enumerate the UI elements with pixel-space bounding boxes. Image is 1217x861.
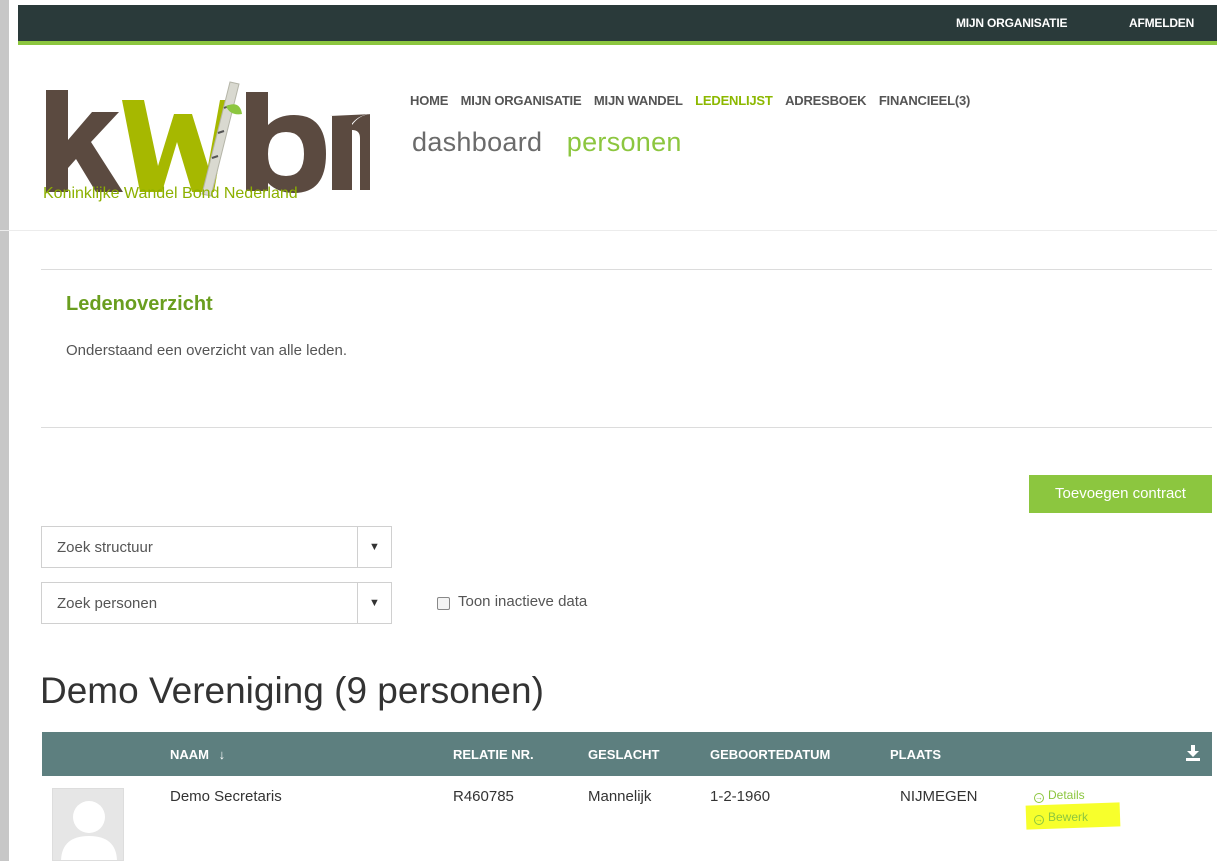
nav-mijn-wandel[interactable]: MIJN WANDEL [594, 93, 683, 108]
column-geboortedatum[interactable]: GEBOORTEDATUM [710, 747, 830, 762]
logo-tagline: Koninklijke Wandel Bond Nederland [43, 185, 298, 202]
person-search-select[interactable]: Zoek personen ▼ [41, 582, 392, 624]
details-link-label: Details [1048, 788, 1085, 802]
column-relatie-nr[interactable]: RELATIE NR. [453, 747, 534, 762]
column-naam-label: NAAM [170, 747, 209, 762]
column-naam[interactable]: NAAM ↓ [170, 747, 225, 762]
table-row: Demo Secretaris R460785 Mannelijk 1-2-19… [42, 776, 1212, 861]
sort-arrow-icon: ↓ [218, 747, 226, 762]
cell-geslacht: Mannelijk [588, 788, 652, 805]
nav-ledenlijst[interactable]: LEDENLIJST [690, 89, 783, 117]
topbar-afmelden-link[interactable]: AFMELDEN [1129, 16, 1194, 30]
section-divider-top [41, 269, 1212, 270]
left-window-edge [0, 0, 9, 861]
section-divider-bottom [41, 427, 1212, 428]
header-divider [0, 230, 1217, 231]
dropdown-caret-icon[interactable]: ▼ [357, 527, 391, 567]
group-title: Demo Vereniging (9 personen) [40, 670, 544, 711]
details-link[interactable]: → Details [1034, 788, 1085, 803]
subnav-personen-label: personen [566, 127, 682, 157]
topbar-accent-line [18, 41, 1217, 45]
sub-navigation: dashboard personen [412, 122, 710, 166]
edit-link-label: Bewerk [1048, 810, 1089, 824]
person-search-placeholder: Zoek personen [57, 595, 158, 612]
structure-search-placeholder: Zoek structuur [57, 539, 153, 556]
main-navigation: HOME MIJN ORGANISATIE MIJN WANDEL LEDENL… [410, 89, 978, 117]
cell-geboortedatum: 1-2-1960 [710, 788, 771, 805]
show-inactive-label[interactable]: Toon inactieve data [458, 593, 587, 610]
edit-link[interactable]: → Bewerk [1034, 810, 1088, 825]
structure-search-select[interactable]: Zoek structuur ▼ [41, 526, 392, 568]
avatar [52, 788, 124, 861]
column-plaats[interactable]: PLAATS [890, 747, 941, 762]
arrow-circle-icon: → [1034, 793, 1044, 803]
nav-financieel[interactable]: FINANCIEEL(3) [879, 93, 970, 108]
topbar-mijn-organisatie-link[interactable]: MIJN ORGANISATIE [956, 16, 1067, 30]
page-description: Onderstaand een overzicht van alle leden… [66, 342, 348, 359]
show-inactive-checkbox[interactable] [437, 597, 450, 610]
subnav-personen[interactable]: personen [560, 122, 710, 166]
cell-naam: Demo Secretaris [170, 788, 282, 805]
top-bar: MIJN ORGANISATIE AFMELDEN [18, 5, 1217, 41]
nav-adresboek[interactable]: ADRESBOEK [785, 93, 866, 108]
nav-home[interactable]: HOME [410, 93, 448, 108]
subnav-dashboard[interactable]: dashboard [412, 127, 542, 157]
nav-ledenlijst-label: LEDENLIJST [695, 93, 773, 108]
nav-mijn-organisatie[interactable]: MIJN ORGANISATIE [461, 93, 582, 108]
download-icon[interactable] [1186, 745, 1200, 761]
person-placeholder-icon [61, 801, 117, 860]
add-contract-button[interactable]: Toevoegen contract [1029, 475, 1212, 513]
table-header: NAAM ↓ RELATIE NR. GESLACHT GEBOORTEDATU… [42, 732, 1212, 776]
cell-plaats: NIJMEGEN [900, 788, 978, 805]
dropdown-caret-icon[interactable]: ▼ [357, 583, 391, 623]
arrow-circle-icon: → [1034, 815, 1044, 825]
page-title: Ledenoverzicht [66, 293, 213, 315]
column-geslacht[interactable]: GESLACHT [588, 747, 660, 762]
cell-relatie-nr: R460785 [453, 788, 514, 805]
